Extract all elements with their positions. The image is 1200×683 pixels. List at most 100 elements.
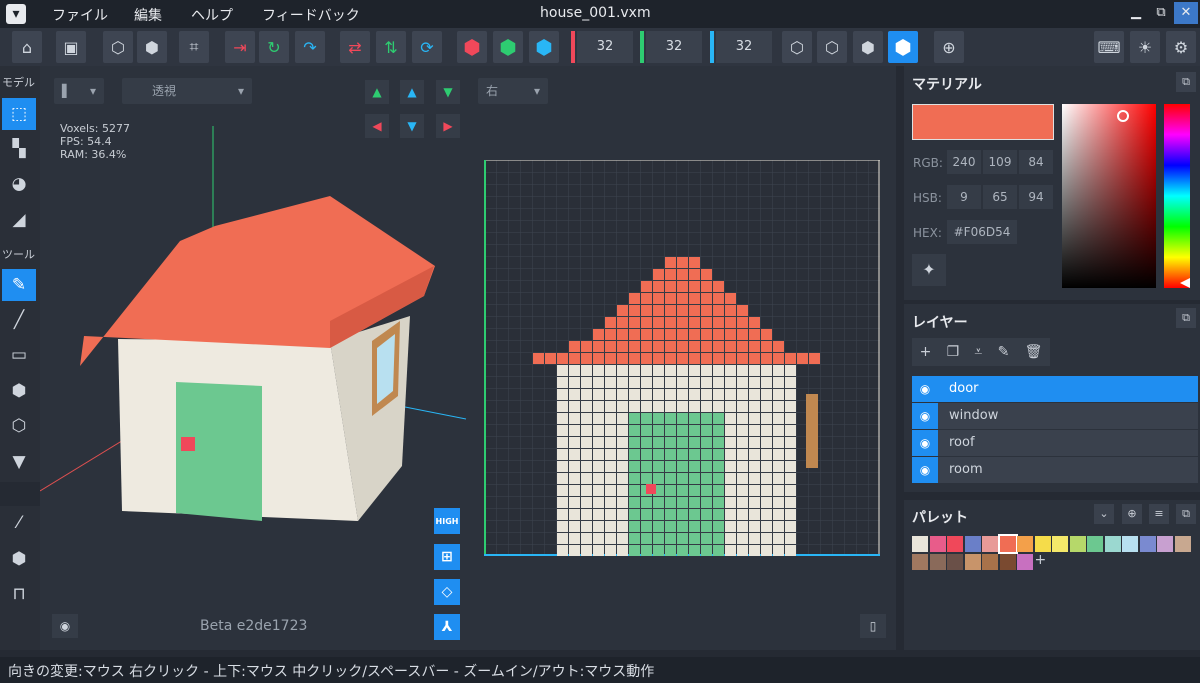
palette-swatch[interactable] (929, 536, 946, 552)
eye-icon[interactable]: ◉ (912, 457, 938, 483)
palette-swatch[interactable] (912, 554, 928, 570)
palette-swatch[interactable] (1174, 536, 1191, 552)
blue-cube-icon[interactable]: ⬢ (529, 31, 559, 63)
layer-row-window[interactable]: ◉ window (912, 403, 1198, 429)
mobile-icon[interactable]: ▯ (860, 614, 886, 638)
add-layer-icon[interactable]: + (920, 344, 932, 360)
palette-swatch[interactable] (912, 536, 928, 552)
solid-cube-icon[interactable]: ⬡ (817, 31, 847, 63)
swap-horizontal-icon[interactable]: ⇄ (340, 31, 370, 63)
move-up-blue-button[interactable]: ▲ (400, 80, 424, 104)
eraser-tool-icon[interactable]: ◢ (2, 204, 36, 236)
palette-swatch[interactable] (1017, 536, 1033, 552)
wireframe-cube-icon[interactable]: ⬡ (782, 31, 812, 63)
view-direction-dropdown[interactable]: 右 ▾ (478, 78, 548, 104)
size-z-field[interactable]: 32 (716, 31, 772, 63)
presentation-icon[interactable]: ⊓ (2, 578, 36, 610)
menu-feedback[interactable]: フィードバック (262, 5, 360, 25)
merge-layer-icon[interactable]: ⩡ (974, 344, 982, 360)
lightbulb-icon[interactable]: ☀ (1130, 31, 1160, 63)
saturation-brightness-picker[interactable] (1062, 104, 1156, 288)
perspective-view[interactable] (40, 116, 480, 536)
palette-swatch[interactable] (1139, 536, 1156, 552)
material-color-swatch[interactable] (912, 104, 1054, 140)
move-down-green-button[interactable]: ▼ (436, 80, 460, 104)
palette-swatch[interactable] (929, 554, 946, 570)
palette-swatch[interactable] (997, 534, 1018, 554)
palette-swatch[interactable] (947, 536, 963, 552)
cube-view-icon[interactable]: ⬢ (2, 543, 36, 575)
palette-swatch[interactable] (1017, 554, 1033, 570)
palette-swatch[interactable] (1034, 536, 1051, 552)
gear-icon[interactable]: ⚙ (1166, 31, 1196, 63)
palette-swatch[interactable] (982, 536, 998, 552)
eye-icon[interactable]: ◉ (912, 403, 938, 429)
palette-swatch[interactable] (1069, 536, 1086, 552)
projection-dropdown[interactable]: 透視 ▾ (122, 78, 252, 104)
axes-icon[interactable]: ⅄ (434, 614, 460, 640)
rectangle-tool-icon[interactable]: ▭ (2, 339, 36, 371)
viewport[interactable]: ▌ ▾ 透視 ▾ ▲ ▲ ▼ ◀ ▼ ▶ 右 ▾ Voxels: 5277 FPS: … (40, 66, 896, 650)
delete-layer-icon[interactable]: 🗑 (1025, 344, 1043, 360)
select-tool-icon[interactable]: ⬚ (2, 98, 36, 130)
hue-slider[interactable] (1164, 104, 1190, 288)
side-view-grid[interactable] (484, 160, 880, 556)
loop-icon[interactable]: ↻ (259, 31, 289, 63)
palette-swatch[interactable] (982, 554, 998, 570)
swap-vertical-icon[interactable]: ⇅ (376, 31, 406, 63)
cube-import-icon[interactable]: ⬢ (137, 31, 167, 63)
palette-swatch[interactable] (964, 536, 981, 552)
popout-icon[interactable]: ⧉ (1176, 308, 1196, 328)
white-cube-icon[interactable]: ⬢ (888, 31, 918, 63)
sparkle-icon[interactable]: ✦ (912, 254, 946, 286)
menu-help[interactable]: ヘルプ (191, 5, 233, 25)
redo-icon[interactable]: ↷ (295, 31, 325, 63)
rgb-b-field[interactable]: 84 (1019, 150, 1053, 174)
extrude-tool-icon[interactable]: ⬡ (2, 410, 36, 442)
hue-slider-handle[interactable] (1180, 278, 1190, 288)
palette-swatch[interactable] (1104, 536, 1121, 552)
textured-cube-icon[interactable]: ⬢ (853, 31, 883, 63)
color-picker-handle[interactable] (1117, 110, 1129, 122)
layer-row-door[interactable]: ◉ door (912, 376, 1198, 402)
palette-swatch[interactable] (1087, 536, 1103, 552)
hsb-b-field[interactable]: 94 (1019, 185, 1053, 209)
duplicate-layer-icon[interactable]: ❐ (947, 344, 960, 360)
home-icon[interactable]: ⌂ (12, 31, 42, 63)
line-tool-icon[interactable]: ╱ (2, 304, 36, 336)
rgb-g-field[interactable]: 109 (983, 150, 1017, 174)
eye-icon[interactable]: ◉ (912, 376, 938, 402)
palette-swatch[interactable] (999, 554, 1016, 570)
rotate-icon[interactable]: ⟳ (412, 31, 442, 63)
maximize-button[interactable]: ⧉ (1149, 2, 1173, 24)
blocks-tool-icon[interactable]: ▚ (2, 133, 36, 165)
size-x-field[interactable]: 32 (577, 31, 633, 63)
hsb-h-field[interactable]: 9 (947, 185, 981, 209)
rename-layer-icon[interactable]: ✎ (998, 344, 1010, 360)
eyedropper-tool-icon[interactable]: ⁄ (2, 507, 36, 539)
move-up-green-button[interactable]: ▲ (365, 80, 389, 104)
fill-tool-icon[interactable]: ▼ (2, 446, 36, 478)
layer-row-room[interactable]: ◉ room (912, 457, 1198, 483)
crop-icon[interactable]: ⌗ (179, 31, 209, 63)
size-y-field[interactable]: 32 (646, 31, 702, 63)
add-color-button[interactable]: + (1035, 552, 1047, 568)
pencil-tool-icon[interactable]: ✎ (2, 269, 36, 301)
cube-export-icon[interactable]: ⬡ (103, 31, 133, 63)
palette-tool-icon[interactable]: ◕ (2, 168, 36, 200)
menu-file[interactable]: ファイル (52, 5, 108, 25)
camera-icon[interactable]: ◉ (52, 614, 78, 638)
keyboard-icon[interactable]: ⌨ (1094, 31, 1124, 63)
layout-dropdown[interactable]: ▌ ▾ (54, 78, 104, 104)
minimize-button[interactable]: ▁ (1124, 2, 1148, 24)
exit-icon[interactable]: ⇥ (225, 31, 255, 63)
quality-button[interactable]: HIGH (434, 508, 460, 534)
hsb-s-field[interactable]: 65 (983, 185, 1017, 209)
palette-swatch[interactable] (947, 554, 963, 570)
menu-edit[interactable]: 編集 (134, 5, 162, 25)
popout-icon[interactable]: ⧉ (1176, 504, 1196, 524)
palette-swatch[interactable] (1122, 536, 1138, 552)
rgb-r-field[interactable]: 240 (947, 150, 981, 174)
eye-icon[interactable]: ◉ (912, 430, 938, 456)
box-tool-icon[interactable]: ⬢ (2, 375, 36, 407)
